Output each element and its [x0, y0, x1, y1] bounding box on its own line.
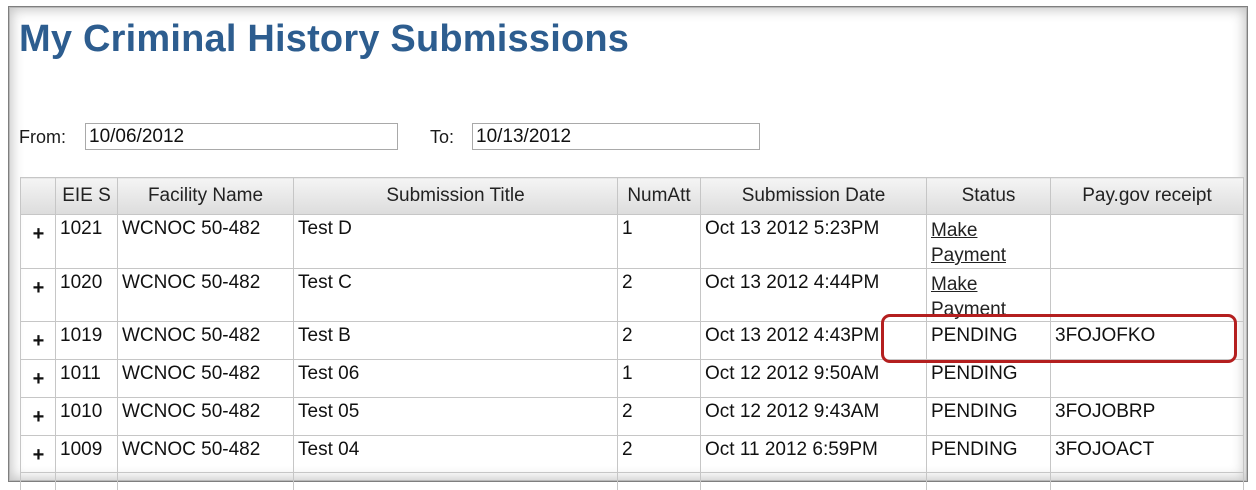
column-header-title[interactable]: Submission Title — [294, 178, 618, 215]
to-date-input[interactable] — [472, 123, 760, 150]
submissions-table: EIE S Facility Name Submission Title Num… — [20, 177, 1244, 490]
table-blank-row — [21, 473, 1244, 490]
cell-numatt: 2 — [618, 269, 701, 322]
table-row: + 1009 WCNOC 50-482 Test 04 2 Oct 11 201… — [21, 436, 1244, 473]
cell-receipt: 3FOJOFKO — [1051, 322, 1244, 360]
cell-status: Make Payment — [927, 215, 1051, 269]
cell-date: Oct 13 2012 4:44PM — [701, 269, 927, 322]
cell-date: Oct 12 2012 9:50AM — [701, 360, 927, 398]
table-row: + 1021 WCNOC 50-482 Test D 1 Oct 13 2012… — [21, 215, 1244, 269]
cell-title: Test C — [294, 269, 618, 322]
expand-row-button[interactable]: + — [21, 436, 56, 473]
blank-cell — [56, 473, 118, 490]
cell-date: Oct 13 2012 4:43PM — [701, 322, 927, 360]
column-header-status[interactable]: Status — [927, 178, 1051, 215]
cell-facility: WCNOC 50-482 — [118, 398, 294, 436]
column-header-eie[interactable]: EIE S — [56, 178, 118, 215]
expand-row-button[interactable]: + — [21, 360, 56, 398]
cell-id: 1020 — [56, 269, 118, 322]
cell-date: Oct 11 2012 6:59PM — [701, 436, 927, 473]
cell-status: PENDING — [927, 360, 1051, 398]
cell-title: Test 06 — [294, 360, 618, 398]
cell-receipt — [1051, 269, 1244, 322]
table-row: + 1010 WCNOC 50-482 Test 05 2 Oct 12 201… — [21, 398, 1244, 436]
cell-facility: WCNOC 50-482 — [118, 360, 294, 398]
cell-id: 1019 — [56, 322, 118, 360]
cell-numatt: 2 — [618, 322, 701, 360]
cell-facility: WCNOC 50-482 — [118, 436, 294, 473]
page-title: My Criminal History Submissions — [19, 18, 629, 61]
cell-status: PENDING — [927, 398, 1051, 436]
cell-receipt: 3FOJOACT — [1051, 436, 1244, 473]
blank-cell — [118, 473, 294, 490]
make-payment-link[interactable]: Make Payment — [931, 218, 1026, 268]
expand-row-button[interactable]: + — [21, 269, 56, 322]
blank-cell — [1051, 473, 1244, 490]
blank-cell — [618, 473, 701, 490]
column-header-receipt[interactable]: Pay.gov receipt — [1051, 178, 1244, 215]
table-row: + 1019 WCNOC 50-482 Test B 2 Oct 13 2012… — [21, 322, 1244, 360]
cell-facility: WCNOC 50-482 — [118, 215, 294, 269]
from-date-input[interactable] — [85, 123, 398, 150]
cell-facility: WCNOC 50-482 — [118, 322, 294, 360]
table-row: + 1011 WCNOC 50-482 Test 06 1 Oct 12 201… — [21, 360, 1244, 398]
to-label: To: — [430, 127, 454, 148]
cell-title: Test 04 — [294, 436, 618, 473]
expand-row-button[interactable]: + — [21, 398, 56, 436]
cell-date: Oct 13 2012 5:23PM — [701, 215, 927, 269]
cell-id: 1010 — [56, 398, 118, 436]
cell-facility: WCNOC 50-482 — [118, 269, 294, 322]
from-label: From: — [19, 127, 66, 148]
cell-receipt — [1051, 360, 1244, 398]
cell-numatt: 2 — [618, 436, 701, 473]
cell-id: 1011 — [56, 360, 118, 398]
expand-row-button[interactable]: + — [21, 215, 56, 269]
cell-date: Oct 12 2012 9:43AM — [701, 398, 927, 436]
column-header-facility[interactable]: Facility Name — [118, 178, 294, 215]
blank-cell — [927, 473, 1051, 490]
cell-status: Make Payment — [927, 269, 1051, 322]
table-header-row: EIE S Facility Name Submission Title Num… — [21, 178, 1244, 215]
cell-title: Test 05 — [294, 398, 618, 436]
cell-numatt: 2 — [618, 398, 701, 436]
column-header-numatt[interactable]: NumAtt — [618, 178, 701, 215]
cell-status: PENDING — [927, 322, 1051, 360]
cell-numatt: 1 — [618, 215, 701, 269]
cell-receipt: 3FOJOBRP — [1051, 398, 1244, 436]
blank-cell — [21, 473, 56, 490]
column-header-date[interactable]: Submission Date — [701, 178, 927, 215]
cell-status: PENDING — [927, 436, 1051, 473]
cell-numatt: 1 — [618, 360, 701, 398]
blank-cell — [294, 473, 618, 490]
make-payment-link[interactable]: Make Payment — [931, 272, 1026, 320]
cell-receipt — [1051, 215, 1244, 269]
cell-title: Test D — [294, 215, 618, 269]
blank-cell — [701, 473, 927, 490]
table-row: + 1020 WCNOC 50-482 Test C 2 Oct 13 2012… — [21, 269, 1244, 322]
expand-row-button[interactable]: + — [21, 322, 56, 360]
cell-id: 1009 — [56, 436, 118, 473]
cell-id: 1021 — [56, 215, 118, 269]
cell-title: Test B — [294, 322, 618, 360]
column-header-expand — [21, 178, 56, 215]
